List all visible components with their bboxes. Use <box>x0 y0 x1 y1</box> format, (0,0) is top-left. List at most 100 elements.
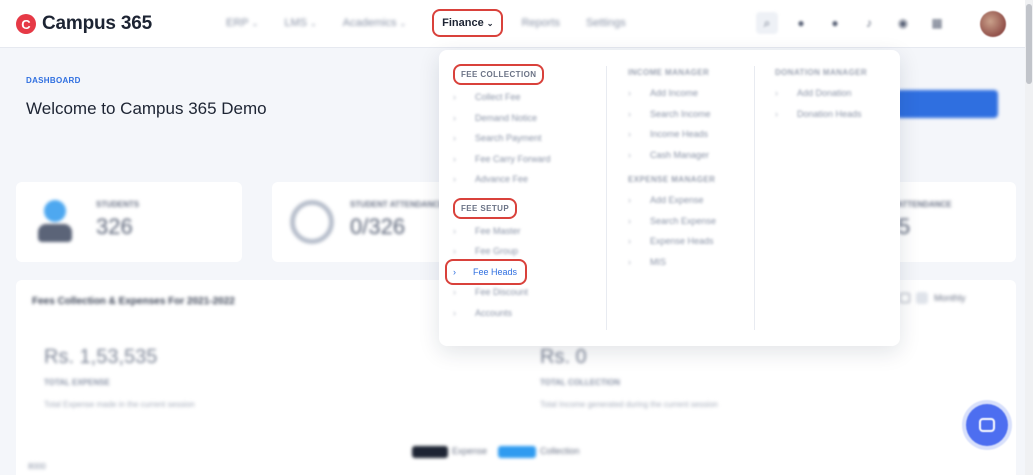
income-list: › Add Income › Search Income › Income Heads… <box>628 83 716 165</box>
chat-button[interactable] <box>966 404 1008 446</box>
chevron-right-icon: › <box>628 108 631 119</box>
menu-item-income-heads[interactable]: › Income Heads <box>628 124 716 145</box>
menu-item-fee-group[interactable]: › Fee Group <box>453 241 551 262</box>
stat-value: 0/326 <box>350 214 406 239</box>
menu-item-expense-heads[interactable]: › Expense Heads <box>628 231 716 252</box>
expense-subtext: Total Expense made in the current sessio… <box>44 400 195 409</box>
nav-academics[interactable]: Academics ⌄ <box>343 17 407 29</box>
donation-list: › Add Donation › Donation Heads <box>775 83 867 124</box>
menu-item-donation-heads[interactable]: › Donation Heads <box>775 104 867 125</box>
chevron-right-icon: › <box>453 266 456 277</box>
nav-settings[interactable]: Settings <box>586 17 626 29</box>
notification-icon[interactable]: ♪ <box>858 12 880 34</box>
chevron-right-icon: › <box>453 112 456 123</box>
globe-icon[interactable]: ● <box>790 12 812 34</box>
menu-item-search-payment[interactable]: › Search Payment <box>453 128 551 149</box>
legend-expense-label: Expense <box>452 446 488 456</box>
stat-value: 326 <box>96 214 133 239</box>
chevron-down-icon: ⌄ <box>399 19 407 28</box>
apps-icon[interactable]: ▦ <box>926 12 948 34</box>
app-name: Campus 365 <box>42 13 152 34</box>
nav-lms[interactable]: LMS ⌄ <box>284 17 316 29</box>
chevron-right-icon: › <box>453 246 456 256</box>
app-logo[interactable]: C Campus 365 <box>16 13 152 35</box>
chevron-right-icon: › <box>628 236 631 246</box>
student-icon <box>44 200 66 222</box>
attendance-icon <box>290 200 334 244</box>
top-navbar: C Campus 365 ERP ⌄ LMS ⌄ Academics ⌄ Financ… <box>0 0 1033 48</box>
page-scrollbar[interactable] <box>1025 0 1033 475</box>
settings-icon[interactable]: ◉ <box>892 12 914 34</box>
nav-reports[interactable]: Reports <box>521 17 560 29</box>
chart-axis-value: 8000 <box>28 462 46 471</box>
chevron-down-icon: ⌄ <box>309 19 317 28</box>
section-donation-manager: DONATION MANAGER <box>775 68 868 77</box>
chevron-right-icon: › <box>628 215 631 226</box>
menu-item-fee-discount[interactable]: › Fee Discount <box>453 282 551 303</box>
section-fee-setup: FEE SETUP <box>453 197 518 219</box>
status-icon[interactable]: ● <box>824 12 846 34</box>
chevron-right-icon: › <box>775 108 778 119</box>
collection-subtext: Total Income generated during the curren… <box>540 400 718 409</box>
chevron-right-icon: › <box>453 133 456 143</box>
chevron-right-icon: › <box>628 195 631 205</box>
collection-amount: Rs. 0 <box>540 346 587 368</box>
menu-item-demand-notice[interactable]: › Demand Notice <box>453 108 551 129</box>
breadcrumb[interactable]: DASHBOARD <box>26 76 81 85</box>
chevron-down-icon: ⌄ <box>251 19 259 28</box>
chevron-right-icon: › <box>453 307 456 318</box>
chevron-right-icon: › <box>628 256 631 267</box>
menu-item-collect-fee[interactable]: › Collect Fee <box>453 87 551 108</box>
card-title: Fees Collection & Expenses For 2021-2022 <box>32 296 235 307</box>
expense-list: › Add Expense › Search Expense › Expense He… <box>628 190 716 272</box>
menu-item-cash-manager[interactable]: › Cash Manager <box>628 145 716 166</box>
fee-collection-list: › Collect Fee › Demand Notice › Search Paym… <box>453 87 551 190</box>
menu-item-accounts[interactable]: › Accounts <box>453 303 551 324</box>
column-divider <box>754 66 755 330</box>
period-toggle[interactable]: Monthly <box>900 292 966 304</box>
chevron-down-icon: ⌄ <box>486 19 494 28</box>
chevron-right-icon: › <box>453 153 456 164</box>
chevron-right-icon: › <box>453 174 456 184</box>
expense-amount: Rs. 1,53,535 <box>44 346 158 368</box>
search-icon[interactable]: ⌕ <box>756 12 778 34</box>
page-title: Welcome to Campus 365 Demo <box>26 99 267 118</box>
menu-item-fee-master[interactable]: › Fee Master <box>453 221 551 242</box>
menu-item-fee-heads[interactable]: › Fee Heads <box>445 258 528 285</box>
menu-item-advance-fee[interactable]: › Advance Fee <box>453 169 551 190</box>
column-divider <box>606 66 607 330</box>
legend-expense-swatch <box>412 446 448 458</box>
expense-caption: TOTAL EXPENSE <box>44 378 110 387</box>
menu-item-add-expense[interactable]: › Add Expense <box>628 190 716 211</box>
chevron-right-icon: › <box>453 225 456 236</box>
legend-collection-label: Collection <box>540 446 580 456</box>
nav-erp[interactable]: ERP ⌄ <box>226 17 258 29</box>
logo-icon: C <box>16 14 36 34</box>
menu-item-search-income[interactable]: › Search Income <box>628 104 716 125</box>
menu-item-mis[interactable]: › MIS <box>628 252 716 273</box>
main-nav: ERP ⌄ LMS ⌄ Academics ⌄ Finance ⌄ Reports Se… <box>226 0 652 46</box>
finance-dropdown-menu: FEE COLLECTION › Collect Fee › Demand Noti… <box>439 50 900 346</box>
section-income-manager: INCOME MANAGER <box>628 68 710 77</box>
dashboard-action-button[interactable] <box>896 90 998 118</box>
stat-caption: STUDENT ATTENDANCE <box>350 200 445 209</box>
chevron-right-icon: › <box>453 92 456 102</box>
chevron-right-icon: › <box>628 149 631 160</box>
stat-card-student-attendance: STUDENT ATTENDANCE 0/326 <box>272 182 452 262</box>
section-expense-manager: EXPENSE MANAGER <box>628 175 716 184</box>
chevron-right-icon: › <box>628 88 631 98</box>
avatar[interactable] <box>980 11 1006 37</box>
menu-column-fees: FEE COLLECTION › Collect Fee › Demand Noti… <box>445 64 551 324</box>
menu-item-add-donation[interactable]: › Add Donation <box>775 83 867 104</box>
menu-item-search-expense[interactable]: › Search Expense <box>628 211 716 232</box>
stat-card-students: STUDENTS 326 <box>16 182 242 262</box>
fee-setup-list: › Fee Master › Fee Group › Fee Heads › Fee D… <box>445 221 551 324</box>
menu-item-fee-carry-forward[interactable]: › Fee Carry Forward <box>453 149 551 170</box>
nav-finance[interactable]: Finance ⌄ <box>432 9 504 37</box>
chevron-right-icon: › <box>775 88 778 98</box>
scrollbar-thumb[interactable] <box>1026 4 1032 84</box>
menu-column-donation: DONATION MANAGER › Add Donation › Donation… <box>775 64 867 124</box>
menu-column-income-expense: INCOME MANAGER › Add Income › Search Incom… <box>628 64 716 272</box>
collection-caption: TOTAL COLLECTION <box>540 378 620 387</box>
menu-item-add-income[interactable]: › Add Income <box>628 83 716 104</box>
